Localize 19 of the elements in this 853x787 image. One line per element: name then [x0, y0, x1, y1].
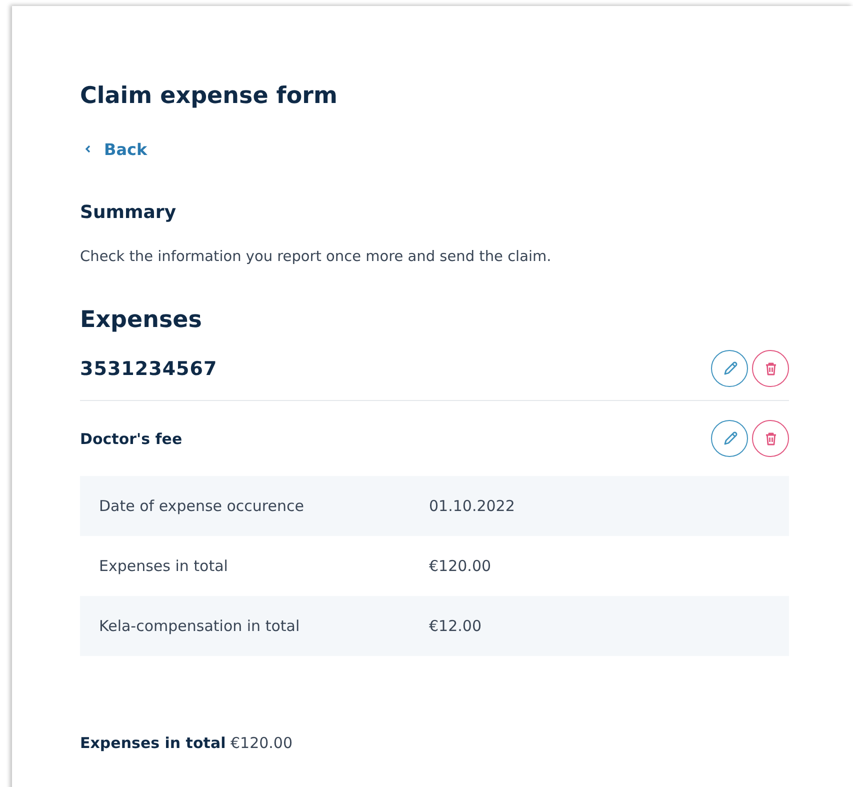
- detail-label: Date of expense occurence: [99, 496, 305, 514]
- expenses-total: Expenses in total €120.00: [80, 734, 294, 752]
- expense-number: 3531234567: [80, 358, 218, 380]
- delete-button[interactable]: [752, 350, 789, 387]
- summary-description: Check the information you report once more and send the claim.: [80, 248, 552, 266]
- delete-button[interactable]: [752, 420, 789, 457]
- detail-label: Expenses in total: [99, 556, 229, 574]
- edit-button[interactable]: [711, 350, 748, 387]
- expense-item-name: Doctor's fee: [80, 430, 182, 448]
- expenses-heading: Expenses: [80, 306, 203, 334]
- detail-value: 01.10.2022: [429, 496, 515, 514]
- detail-label: Kela-compensation in total: [99, 616, 301, 634]
- summary-heading: Summary: [80, 200, 178, 224]
- back-link[interactable]: Back: [84, 140, 148, 158]
- detail-value: €12.00: [429, 616, 482, 634]
- edit-button[interactable]: [711, 420, 748, 457]
- page-title: Claim expense form: [80, 82, 338, 111]
- detail-value: €120.00: [429, 556, 492, 574]
- chevron-left-icon: [84, 144, 92, 154]
